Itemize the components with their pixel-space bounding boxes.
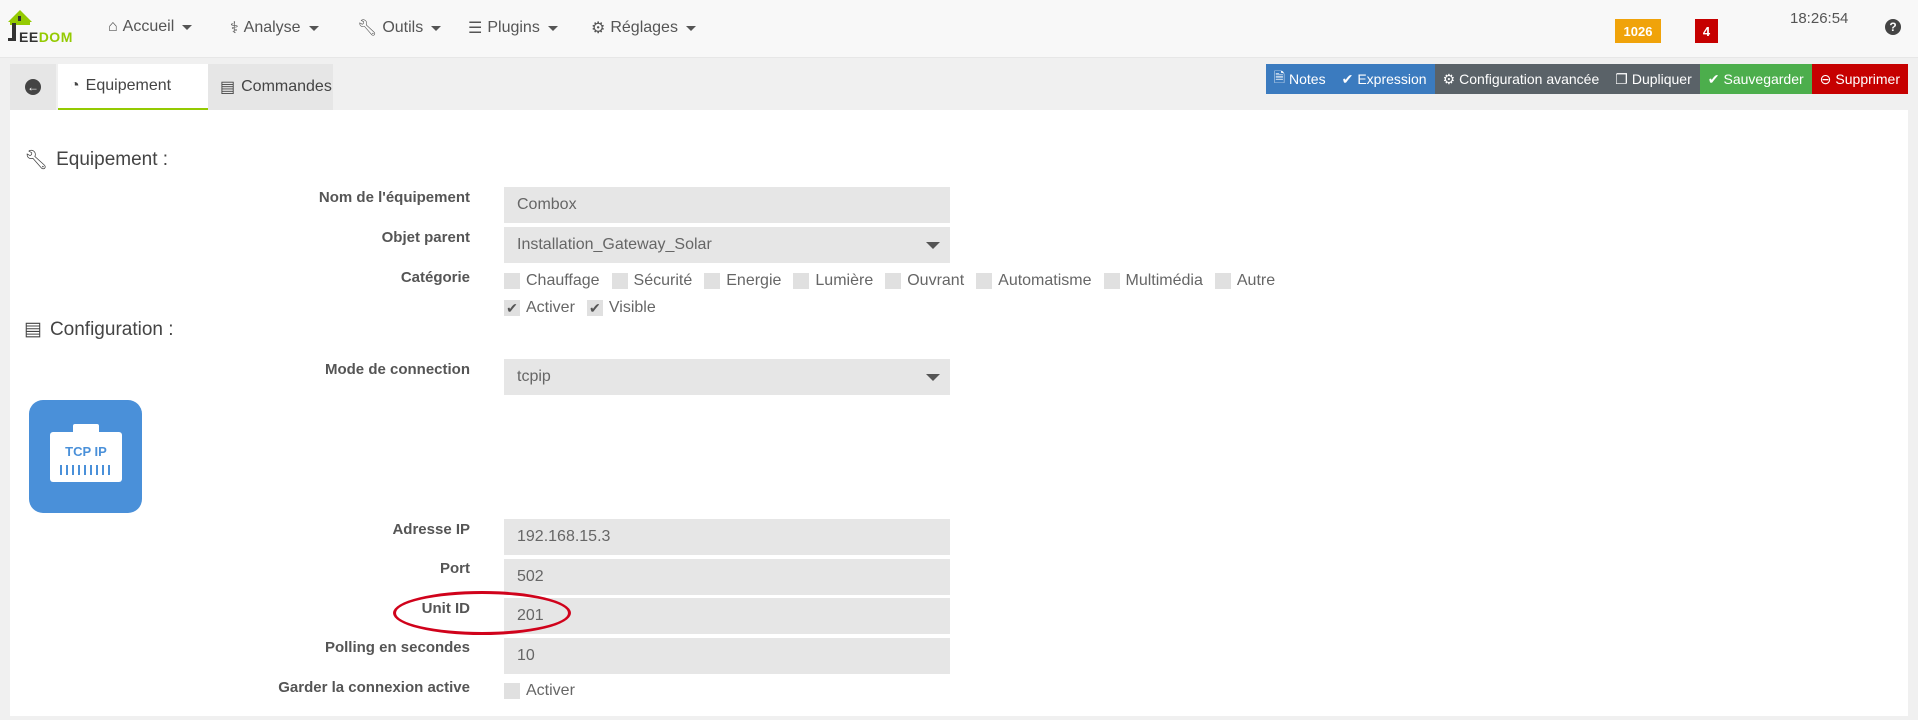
save-button[interactable]: ✔ Sauvegarder: [1699, 64, 1812, 94]
visible-checkbox[interactable]: ✔ Visible: [586, 299, 656, 317]
category-multimedia[interactable]: Multimédia: [1103, 272, 1203, 290]
keepalive-checkbox[interactable]: Activer: [504, 682, 575, 700]
caret-down-icon: [685, 25, 696, 31]
alerts-badge[interactable]: 4: [1695, 19, 1718, 43]
menu-outils[interactable]: 🔧︎ Outils: [357, 18, 442, 38]
check-circle-icon: ✔: [1707, 70, 1720, 87]
caret-down-icon: [308, 25, 319, 31]
checkbox[interactable]: [1103, 273, 1120, 289]
help-icon[interactable]: ?: [1885, 19, 1901, 35]
checkbox[interactable]: [704, 273, 721, 289]
list-alt-icon: ▤: [24, 319, 42, 340]
action-toolbar: 🗎 Notes ✔ Expression ⚙ Configuration avancé…: [1265, 64, 1908, 94]
category-checkboxes: Chauffage Sécurité Energie Lumière Ouvra…: [504, 272, 1287, 290]
menu-plugins[interactable]: ☰ Plugins: [468, 18, 558, 38]
ethernet-plug-icon: TCP IP: [50, 424, 122, 482]
checkbox[interactable]: [793, 273, 810, 289]
highlight-ellipse-annotation: [393, 591, 571, 635]
advanced-config-button[interactable]: ⚙ Configuration avancée: [1434, 64, 1608, 94]
arrow-left-icon: ←: [25, 79, 41, 95]
top-navbar: EEDOM ⌂ Accueil ⚕ Analyse 🔧︎ Outils ☰ Pl…: [0, 0, 1918, 58]
caret-down-icon: [182, 24, 193, 30]
messages-badge[interactable]: 1026: [1615, 19, 1661, 43]
checkbox[interactable]: [504, 273, 520, 289]
equipement-section-title: 🔧︎ Equipement :: [24, 149, 169, 171]
file-icon: 🗎: [1273, 69, 1286, 85]
parent-select[interactable]: Installation_Gateway_Solar: [504, 227, 950, 263]
mode-select[interactable]: tcpip: [504, 359, 950, 395]
list-alt-icon: ▤: [220, 79, 236, 96]
checkbox[interactable]: [885, 273, 902, 289]
menu-analyse[interactable]: ⚕ Analyse: [230, 18, 319, 38]
duplicate-button[interactable]: ❐ Dupliquer: [1607, 64, 1700, 94]
menu-accueil[interactable]: ⌂ Accueil: [108, 18, 193, 36]
polling-input[interactable]: 10: [504, 638, 950, 674]
checkbox[interactable]: [504, 683, 520, 699]
gear-icon: ⚙: [591, 20, 606, 37]
configuration-section-title: ▤ Configuration :: [24, 318, 174, 341]
category-label: Catégorie: [400, 269, 470, 286]
clock: 18:26:54: [1790, 10, 1849, 27]
list-icon: ☰: [468, 20, 483, 37]
caret-down-icon: [431, 25, 442, 31]
minus-circle-icon: ⊖: [1819, 70, 1832, 87]
tab-bar: ← ◔ Equipement ▤ Commandes 🗎 Notes ✔ Expre…: [10, 62, 1908, 110]
name-label: Nom de l'équipement: [318, 189, 470, 206]
jeedom-logo[interactable]: EEDOM: [6, 8, 86, 48]
wrench-icon: 🔧︎: [24, 150, 49, 171]
ip-input[interactable]: 192.168.15.3: [504, 519, 950, 555]
check-icon: ✔: [1341, 70, 1354, 87]
tab-commandes[interactable]: ▤ Commandes: [208, 64, 333, 110]
stethoscope-icon: ⚕: [230, 20, 239, 37]
name-input[interactable]: Combox: [504, 187, 950, 223]
activer-checkbox[interactable]: ✔ Activer: [504, 299, 575, 317]
checkbox[interactable]: [1214, 273, 1231, 289]
category-energie[interactable]: Energie: [704, 272, 781, 290]
cogs-icon: ⚙: [1442, 70, 1456, 87]
dashboard-icon: ◔: [70, 77, 80, 94]
polling-label: Polling en secondes: [324, 639, 470, 656]
notes-button[interactable]: 🗎 Notes: [1265, 64, 1334, 94]
delete-button[interactable]: ⊖ Supprimer: [1811, 64, 1908, 94]
equipment-panel: ← ◔ Equipement ▤ Commandes 🗎 Notes ✔ Expre…: [10, 62, 1908, 716]
checkmark-icon[interactable]: ✔: [504, 300, 520, 316]
caret-down-icon: [926, 242, 940, 249]
expression-button[interactable]: ✔ Expression: [1333, 64, 1435, 94]
copy-icon: ❐: [1615, 70, 1628, 87]
state-checkboxes: ✔ Activer ✔ Visible: [504, 299, 668, 317]
ip-label: Adresse IP: [392, 521, 470, 538]
tcpip-plugin-icon: TCP IP: [29, 400, 142, 513]
keepalive-checkbox-group: Activer: [504, 682, 587, 700]
port-input[interactable]: 502: [504, 559, 950, 595]
mode-label: Mode de connection: [324, 361, 470, 378]
wrench-icon: 🔧︎: [357, 20, 378, 37]
menu-reglages[interactable]: ⚙ Réglages: [591, 18, 696, 38]
category-ouvrant[interactable]: Ouvrant: [885, 272, 964, 290]
home-icon: ⌂: [108, 18, 118, 35]
category-lumiere[interactable]: Lumière: [793, 272, 873, 290]
unit-id-input[interactable]: 201: [504, 598, 950, 634]
checkbox[interactable]: [611, 273, 628, 289]
logo-text: EEDOM: [19, 29, 73, 45]
back-button[interactable]: ←: [10, 64, 56, 110]
checkmark-icon[interactable]: ✔: [586, 300, 603, 316]
keepalive-label: Garder la connexion active: [278, 679, 470, 696]
category-autre[interactable]: Autre: [1214, 272, 1275, 290]
caret-down-icon: [926, 374, 940, 381]
category-automatisme[interactable]: Automatisme: [976, 272, 1092, 290]
checkbox[interactable]: [976, 273, 993, 289]
port-label: Port: [440, 560, 470, 577]
category-chauffage[interactable]: Chauffage: [504, 272, 600, 290]
category-securite[interactable]: Sécurité: [611, 272, 692, 290]
caret-down-icon: [547, 25, 558, 31]
parent-label: Objet parent: [381, 229, 470, 246]
tab-equipement[interactable]: ◔ Equipement: [58, 64, 208, 110]
